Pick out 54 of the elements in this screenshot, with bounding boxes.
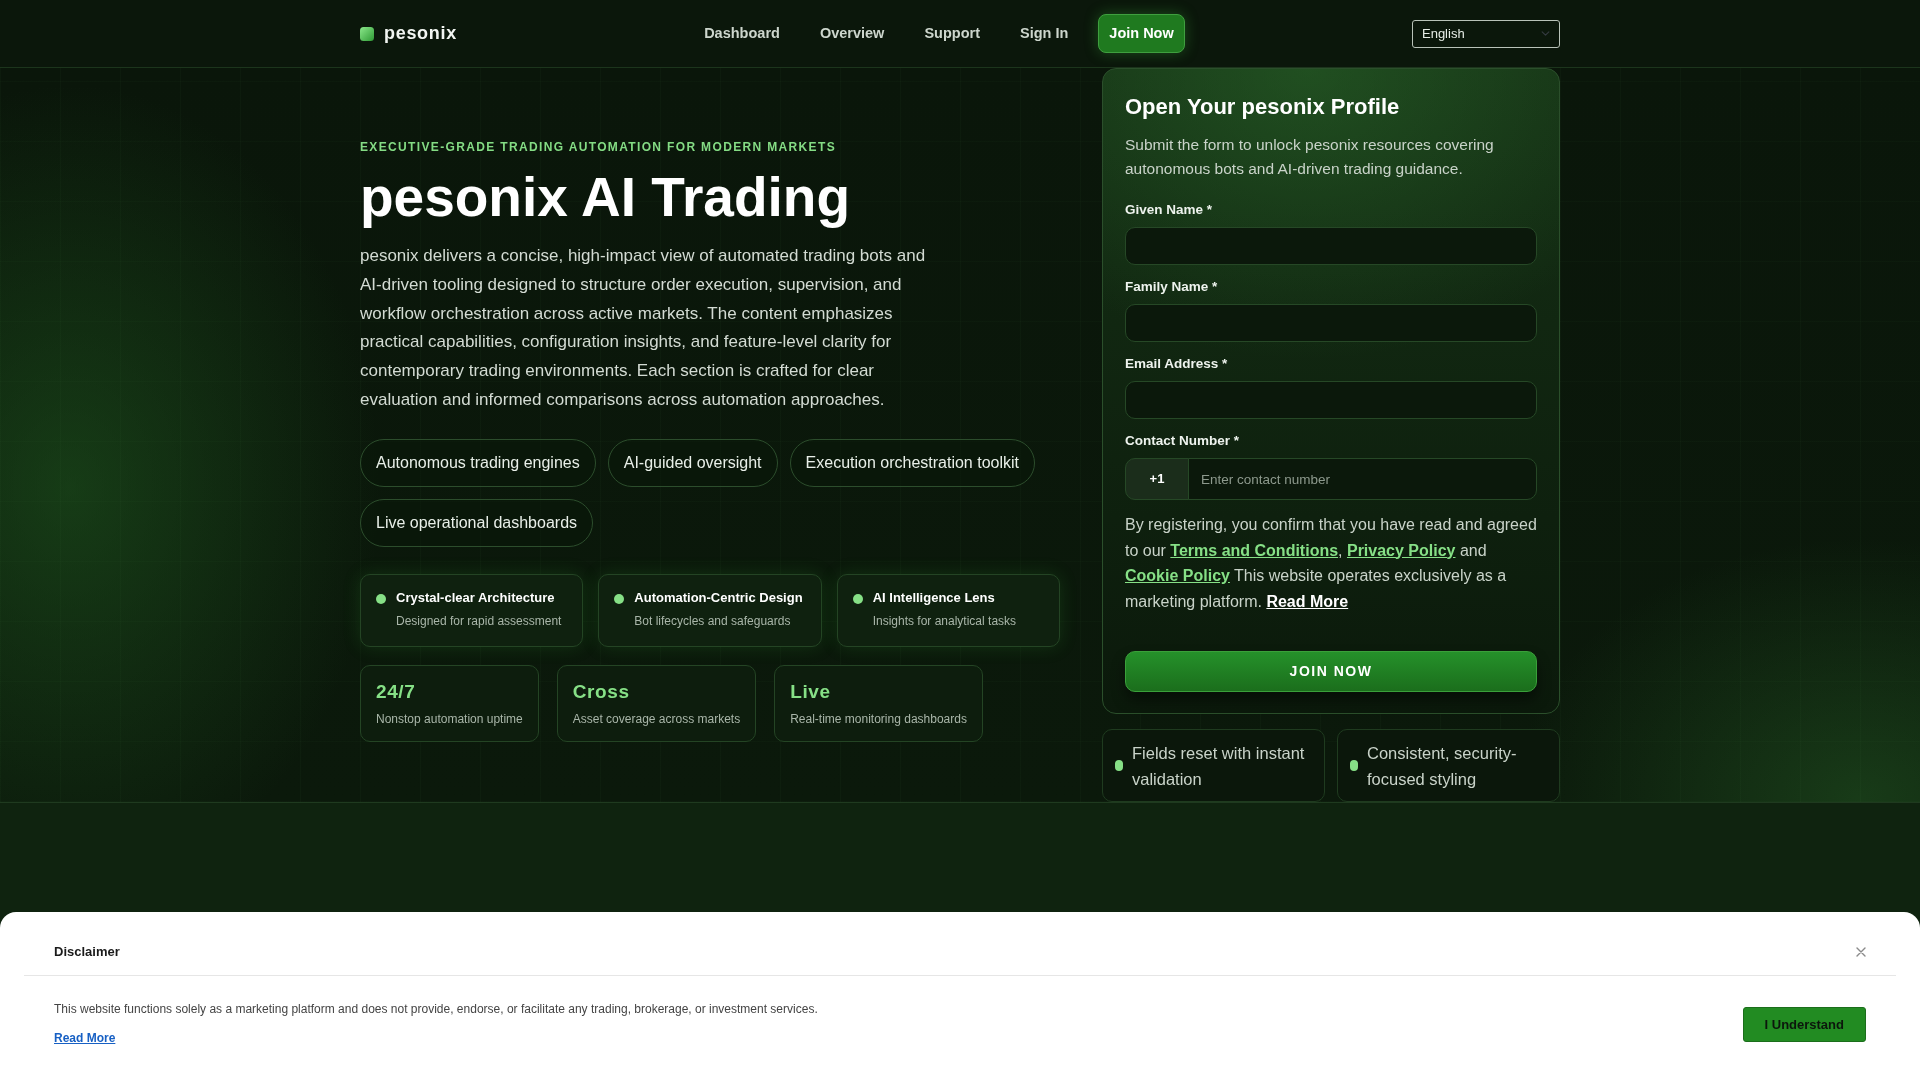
stat-label: Real-time monitoring dashboards <box>790 710 967 727</box>
close-button[interactable] <box>1856 947 1866 957</box>
disclaimer-text: This website functions solely as a marketing platform and does not provide, endorse, or facilitate any trading, brokerage, or investment services. <box>54 1001 818 1018</box>
consent-text: By registering, you confirm that you have read and agreed to our Terms and Conditions, Privacy Policy and Cookie Policy This website operates exclusively as a marketing platform. Read More <box>1125 515 1537 612</box>
feature-subtitle: Bot lifecycles and safeguards <box>634 612 792 629</box>
feature-tag: Live operational dashboards <box>360 498 594 547</box>
feature-subtitle: Designed for rapid assessment <box>396 612 562 629</box>
read-more-link[interactable]: Read More <box>54 1029 116 1047</box>
legal-link[interactable]: Privacy Policy <box>1346 541 1456 559</box>
understand-button[interactable]: I Understand <box>1742 1007 1866 1042</box>
country-code: +1 <box>1125 458 1189 500</box>
field-label: Family Name * <box>1125 278 1219 296</box>
stat-label: Nonstop automation uptime <box>376 710 523 727</box>
feature-title: Automation-Centric Design <box>634 588 803 607</box>
feature-tag: Autonomous trading engines <box>360 438 596 487</box>
feature-title: AI Intelligence Lens <box>872 588 996 607</box>
nav-link[interactable]: Sign In <box>999 14 1089 53</box>
brand-link[interactable]: pesonix <box>360 20 457 47</box>
language-select[interactable]: English <box>1412 19 1560 48</box>
feature-tag: AI-guided oversight <box>607 438 778 487</box>
status-dot-icon <box>852 593 863 604</box>
stat-value: Cross <box>572 679 631 704</box>
feature-title: Crystal-clear Architecture <box>396 588 556 607</box>
info-text: Fields reset with instant validation <box>1132 742 1306 790</box>
stat-value: 24/7 <box>376 679 417 704</box>
form-subtitle: Submit the form to unlock pesonix resources covering autonomous bots and AI-driven trading guidance. <box>1125 135 1495 179</box>
field-label: Contact Number * <box>1125 432 1240 450</box>
disclaimer-title: Disclaimer <box>54 943 120 961</box>
nav-link[interactable]: Support <box>904 14 1000 53</box>
form-title: Open Your pesonix Profile <box>1125 93 1401 121</box>
info-text: Consistent, security-focused styling <box>1367 742 1518 790</box>
field-label: Email Address * <box>1125 355 1229 373</box>
close-icon <box>1856 947 1866 957</box>
feature-subtitle: Insights for analytical tasks <box>872 612 1017 629</box>
nav-link[interactable]: Dashboard <box>684 14 800 53</box>
nav-link[interactable]: Overview <box>799 14 905 53</box>
logo-icon <box>360 26 374 41</box>
submit-button[interactable]: JOIN NOW <box>1125 651 1537 692</box>
join-now-button[interactable]: Join Now <box>1098 14 1185 53</box>
phone-field[interactable]: Enter contact number <box>1188 458 1537 500</box>
status-dot-icon <box>376 593 386 604</box>
stat-value: Live <box>790 679 832 704</box>
input-field[interactable] <box>1125 381 1537 419</box>
hero-eyebrow: EXECUTIVE-GRADE TRADING AUTOMATION FOR MODERN MARKETS <box>360 139 837 156</box>
input-field[interactable] <box>1125 227 1537 265</box>
read-more-link[interactable]: Read More <box>1266 592 1349 610</box>
status-dot-icon <box>614 593 625 604</box>
hero-description: pesonix delivers a concise, high-impact view of automated trading bots and AI-driven tooling designed to structure order execution, supervision, and workflow orchestration across active markets. The content emphasizes practical capabilities, configuration insights, and feature-level clarity for contemporary trading environments. Each section is crafted for clear evaluation and informed comparisons across automation approaches. <box>360 245 927 411</box>
feature-tag: Execution orchestration toolkit <box>789 438 1035 487</box>
legal-link[interactable]: Cookie Policy <box>1125 567 1230 584</box>
hero-title: pesonix AI Trading <box>360 166 851 228</box>
stat-label: Asset coverage across markets <box>572 710 741 727</box>
field-label: Given Name * <box>1125 201 1214 219</box>
input-field[interactable] <box>1125 304 1537 342</box>
